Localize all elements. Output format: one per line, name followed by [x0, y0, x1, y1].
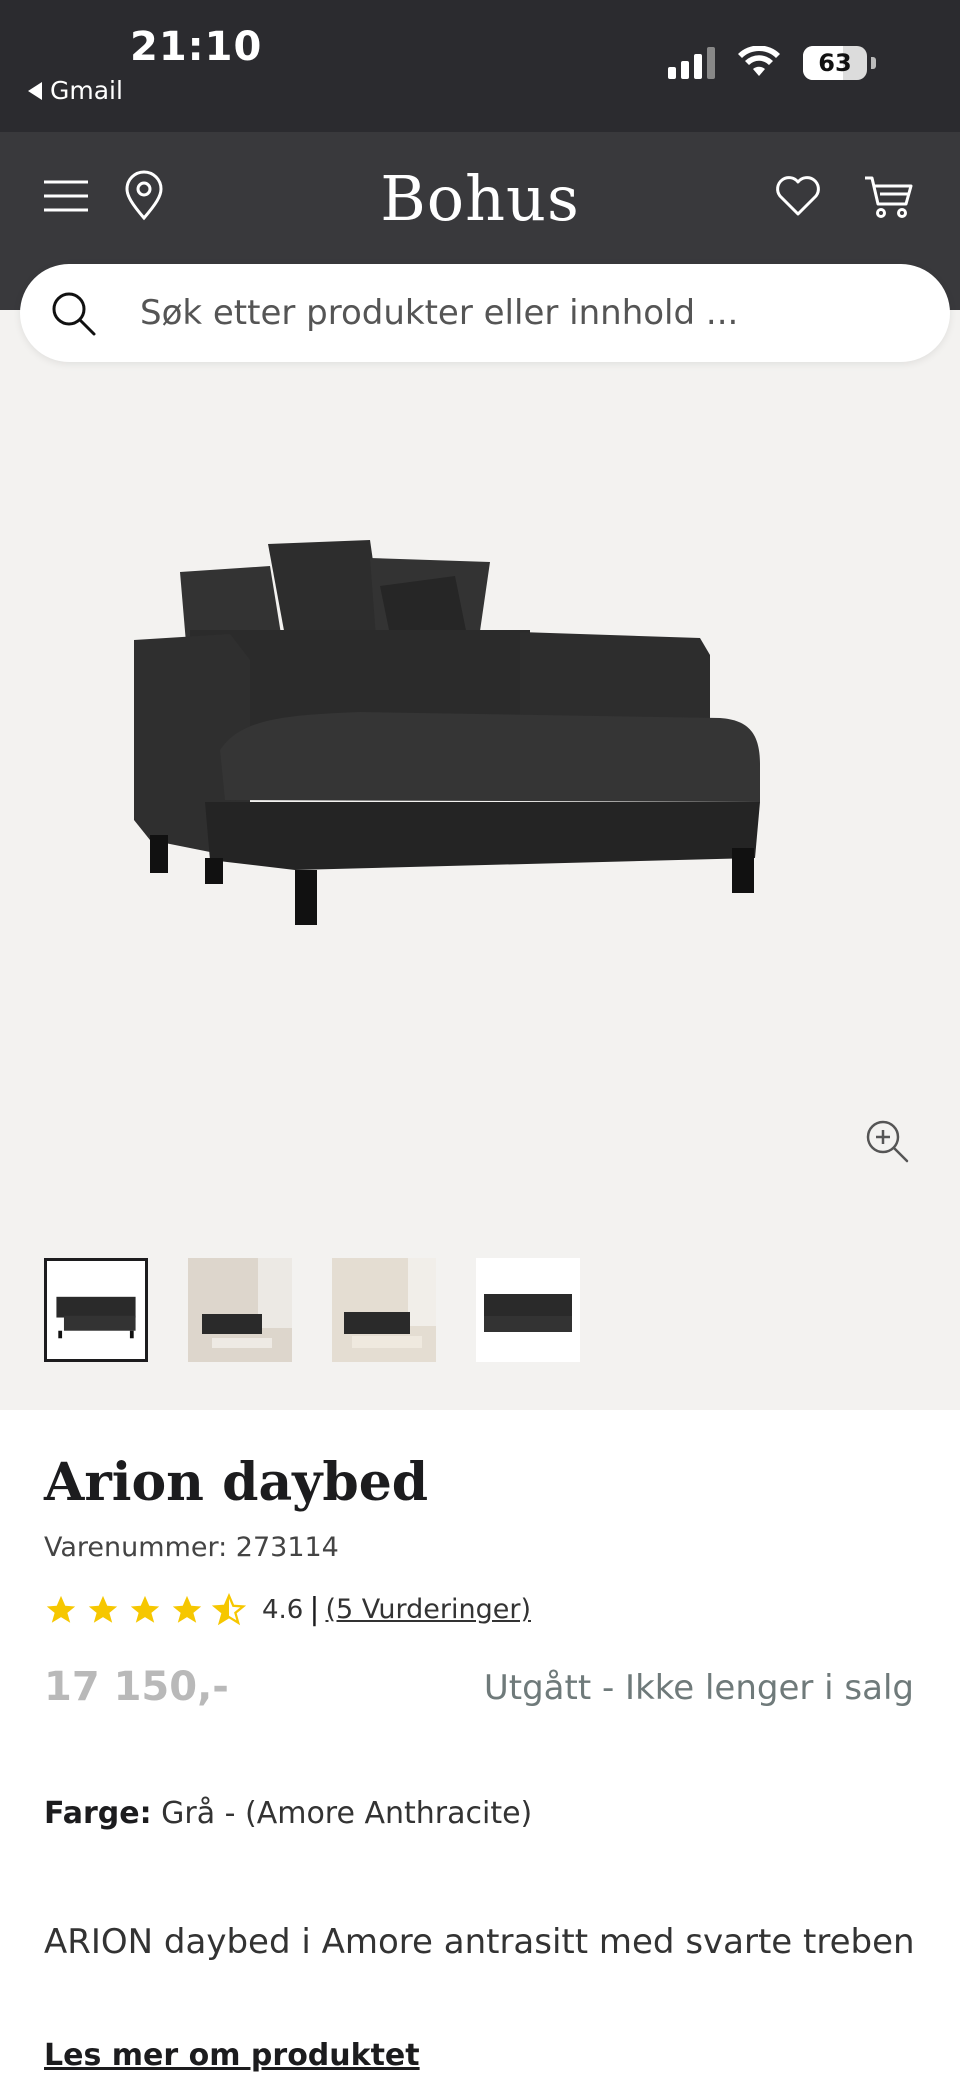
wifi-icon: [738, 46, 780, 76]
rating-score: 4.6: [262, 1594, 304, 1625]
thumbnail-1[interactable]: [44, 1258, 148, 1362]
product-main-image[interactable]: [120, 540, 840, 1000]
star-half-icon: [212, 1592, 246, 1625]
cellular-signal-icon: [668, 47, 715, 79]
star-full-icon: [130, 1595, 160, 1623]
search-input[interactable]: [140, 282, 910, 344]
battery-level: 63: [818, 49, 852, 77]
star-full-icon: [88, 1595, 118, 1623]
star-full-icon: [172, 1595, 202, 1623]
star-full-icon: [46, 1595, 76, 1623]
thumbnail-strip: [44, 1258, 580, 1362]
status-bar: 21:10 Gmail 63: [0, 0, 960, 132]
thumbnail-4[interactable]: [476, 1258, 580, 1362]
product-color: Farge: Grå - (Amore Anthracite): [44, 1796, 532, 1831]
thumbnail-2[interactable]: [188, 1258, 292, 1362]
status-icons: 63: [668, 46, 876, 80]
back-to-app-link[interactable]: Gmail: [28, 76, 123, 105]
product-price: 17 150,-: [44, 1664, 229, 1710]
thumbnail-room-image: [188, 1258, 292, 1362]
zoom-in-icon[interactable]: [864, 1118, 910, 1164]
cart-icon[interactable]: [862, 170, 914, 222]
thumbnail-room-image-2: [332, 1258, 436, 1362]
color-label: Farge:: [44, 1796, 152, 1831]
read-more-link[interactable]: Les mer om produktet: [44, 2038, 420, 2073]
thumbnail-sofa-image: [56, 1296, 136, 1339]
search-icon[interactable]: [48, 288, 98, 338]
back-arrow-icon: [28, 81, 42, 100]
product-description: ARION daybed i Amore antrasitt med svart…: [44, 1922, 915, 1962]
thumbnail-3[interactable]: [332, 1258, 436, 1362]
product-sku: Varenummer: 273114: [44, 1532, 339, 1563]
rating-stars: [44, 1592, 246, 1627]
wishlist-heart-icon[interactable]: [772, 170, 824, 222]
search-bar[interactable]: [20, 264, 950, 362]
clock: 21:10: [130, 24, 263, 70]
product-rating: 4.6 | (5 Vurderinger): [44, 1592, 531, 1627]
reviews-link[interactable]: (5 Vurderinger): [325, 1594, 531, 1625]
battery-icon: 63: [803, 46, 867, 80]
rating-separator: |: [309, 1592, 320, 1627]
availability-status: Utgått - Ikke lenger i salg: [483, 1668, 914, 1708]
color-value: Grå - (Amore Anthracite): [161, 1796, 533, 1831]
thumbnail-sofa-front-image: [484, 1294, 572, 1332]
back-app-label: Gmail: [50, 76, 123, 105]
product-title: Arion daybed: [44, 1452, 429, 1513]
